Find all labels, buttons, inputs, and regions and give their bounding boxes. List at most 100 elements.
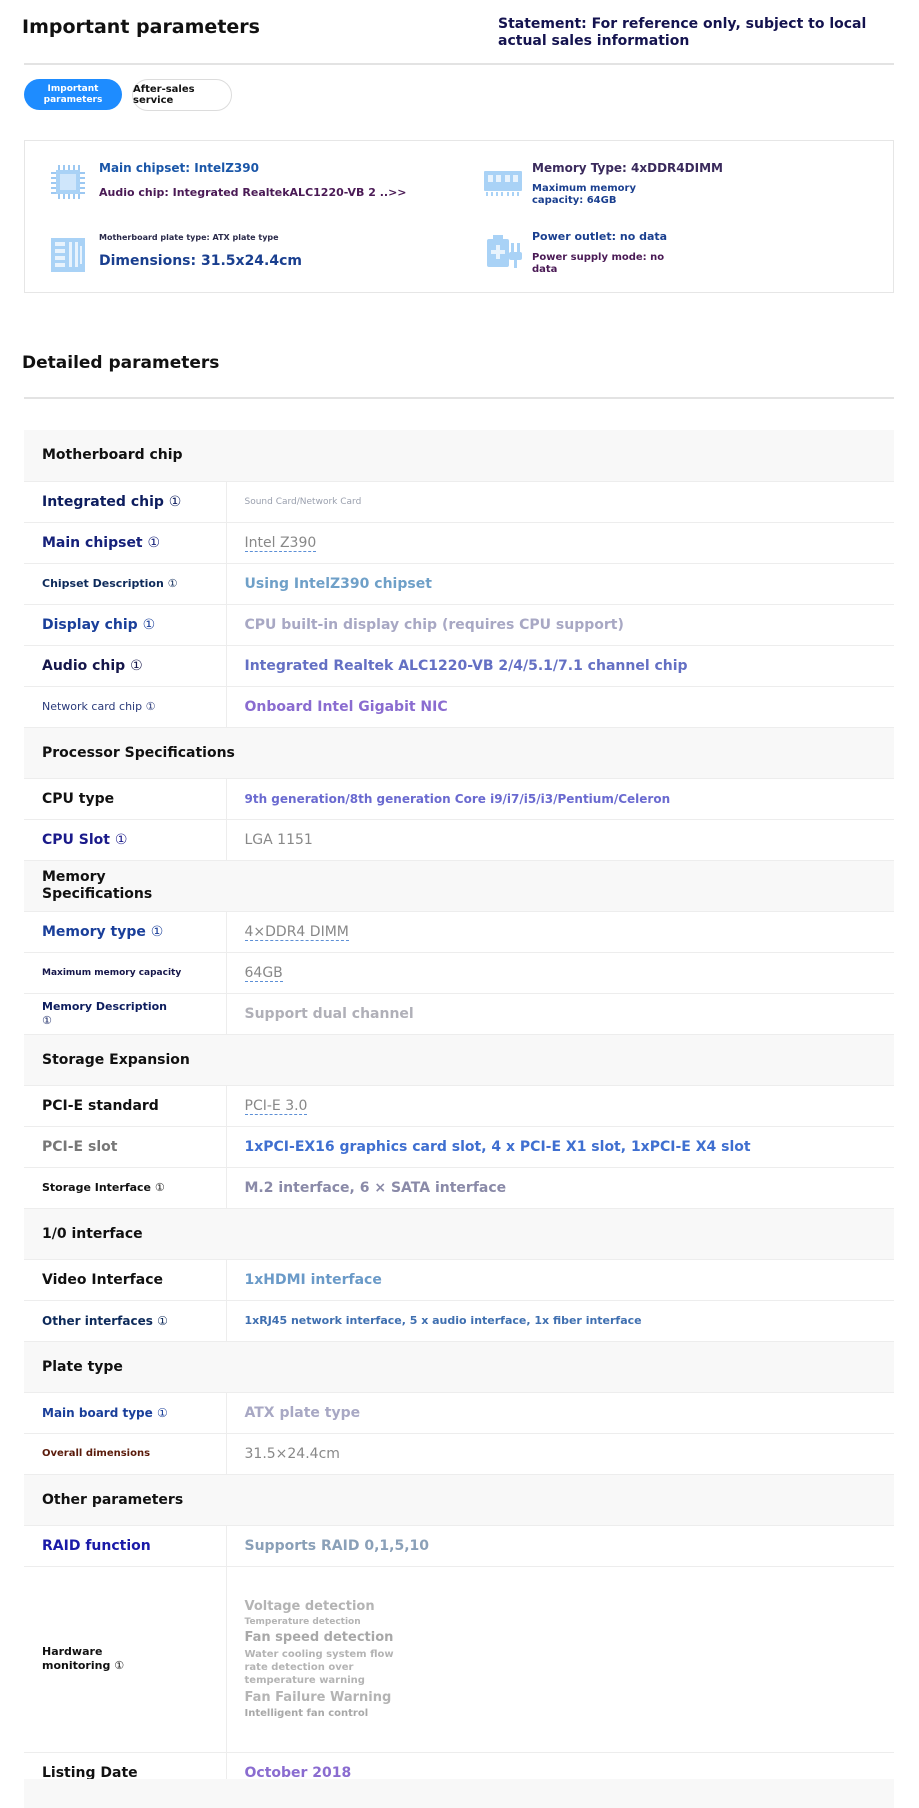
row-label-line2: monitoring ① bbox=[42, 1659, 226, 1673]
row-label-text: Other interfaces bbox=[42, 1313, 153, 1328]
info-icon[interactable]: ① bbox=[115, 832, 128, 848]
row-value: 9th generation/8th generation Core i9/i7… bbox=[225, 778, 894, 820]
info-icon[interactable]: ① bbox=[148, 535, 161, 551]
table-row: Network card chip ① Onboard Intel Gigabi… bbox=[24, 686, 894, 728]
info-icon[interactable]: ① bbox=[157, 1406, 168, 1420]
row-label-text: Integrated chip bbox=[42, 493, 164, 510]
info-icon[interactable]: ① bbox=[146, 700, 156, 713]
info-icon[interactable]: ① bbox=[130, 658, 143, 674]
info-icon[interactable]: ① bbox=[155, 1181, 165, 1194]
row-label-text: CPU Slot bbox=[42, 831, 110, 848]
motherboard-icon bbox=[49, 236, 87, 274]
row-value: 64GB bbox=[225, 952, 894, 994]
summary-dimensions: Dimensions: 31.5x24.4cm bbox=[99, 253, 302, 269]
section-motherboard-chip: Motherboard chip bbox=[24, 430, 894, 482]
row-value: 31.5×24.4cm bbox=[225, 1433, 894, 1475]
section-title: Plate type bbox=[24, 1341, 894, 1393]
row-label: Overall dimensions bbox=[24, 1433, 226, 1475]
row-label-text: Display chip bbox=[42, 616, 138, 633]
chip-icon bbox=[49, 163, 87, 201]
info-icon[interactable]: ① bbox=[143, 617, 156, 633]
table-row: Storage Interface ① M.2 interface, 6 × S… bbox=[24, 1167, 894, 1209]
summary-chipset: Main chipset: IntelZ390 bbox=[99, 161, 259, 175]
info-icon[interactable]: ① bbox=[42, 1014, 52, 1027]
row-value-link[interactable]: Intel Z390 bbox=[244, 534, 317, 552]
table-row: PCI-E slot 1xPCI-EX16 graphics card slot… bbox=[24, 1126, 894, 1168]
row-value: Supports RAID 0,1,5,10 bbox=[225, 1525, 894, 1567]
summary-max-memory-line2: capacity: 64GB bbox=[532, 195, 617, 206]
row-value: 1xHDMI interface bbox=[225, 1259, 894, 1301]
header-divider bbox=[24, 63, 894, 65]
table-row: Maximum memory capacity 64GB bbox=[24, 952, 894, 994]
row-label: CPU Slot ① bbox=[24, 819, 226, 861]
row-label: Memory type ① bbox=[24, 911, 226, 953]
row-value: Integrated Realtek ALC1220-VB 2/4/5.1/7.… bbox=[225, 645, 894, 687]
row-label-text: Main chipset bbox=[42, 534, 143, 551]
table-row: Main board type ① ATX plate type bbox=[24, 1392, 894, 1434]
table-row: Hardware monitoring ① Voltage detection … bbox=[24, 1566, 894, 1753]
row-value: ATX plate type bbox=[225, 1392, 894, 1434]
monitoring-item: Water cooling system flow bbox=[244, 1649, 394, 1660]
section-title-line1: Memory bbox=[42, 868, 106, 885]
summary-power-mode: Power supply mode: no data bbox=[532, 252, 664, 276]
row-label: Main chipset ① bbox=[24, 522, 226, 564]
row-label-text: Memory Description bbox=[42, 999, 167, 1013]
monitoring-item: Fan speed detection bbox=[244, 1630, 394, 1645]
monitoring-item: rate detection over bbox=[244, 1662, 354, 1673]
monitoring-item: Fan Failure Warning bbox=[244, 1690, 392, 1705]
section-title-line2: Specifications bbox=[42, 885, 153, 902]
row-value-link[interactable]: 64GB bbox=[244, 964, 283, 982]
table-row: Main chipset ① Intel Z390 bbox=[24, 522, 894, 564]
section-title: Processor Specifications bbox=[24, 727, 894, 779]
table-row: Display chip ① CPU built-in display chip… bbox=[24, 604, 894, 646]
row-label: Hardware monitoring ① bbox=[24, 1566, 226, 1753]
monitoring-item: Temperature detection bbox=[244, 1617, 361, 1627]
row-value: Onboard Intel Gigabit NIC bbox=[225, 686, 894, 728]
row-label-text: Network card chip bbox=[42, 700, 143, 713]
section-io: 1/0 interface bbox=[24, 1208, 894, 1260]
row-label: Integrated chip ① bbox=[24, 481, 226, 523]
info-icon[interactable]: ① bbox=[114, 1659, 124, 1672]
row-label: PCI-E standard bbox=[24, 1085, 226, 1127]
row-label: Display chip ① bbox=[24, 604, 226, 646]
row-label: Other interfaces ① bbox=[24, 1300, 226, 1342]
section-plate: Plate type bbox=[24, 1341, 894, 1393]
table-row: Integrated chip ① Sound Card/Network Car… bbox=[24, 481, 894, 523]
summary-power-mode-line1: Power supply mode: no bbox=[532, 252, 665, 263]
info-icon[interactable]: ① bbox=[169, 494, 182, 510]
info-icon[interactable]: ① bbox=[157, 1314, 168, 1328]
table-row: RAID function Supports RAID 0,1,5,10 bbox=[24, 1525, 894, 1567]
row-value: M.2 interface, 6 × SATA interface bbox=[225, 1167, 894, 1209]
table-row: CPU Slot ① LGA 1151 bbox=[24, 819, 894, 861]
tab-important-parameters[interactable]: Important parameters bbox=[24, 79, 122, 110]
info-icon[interactable]: ① bbox=[168, 577, 178, 590]
row-value-link[interactable]: 4×DDR4 DIMM bbox=[244, 923, 349, 941]
row-value: 1xRJ45 network interface, 5 x audio inte… bbox=[225, 1300, 894, 1342]
row-label-text: Memory type bbox=[42, 923, 146, 940]
row-value-link[interactable]: PCI-E 3.0 bbox=[244, 1097, 308, 1115]
row-value: PCI-E 3.0 bbox=[225, 1085, 894, 1127]
summary-box: Main chipset: IntelZ390 Audio chip: Inte… bbox=[24, 140, 894, 293]
row-value: Intel Z390 bbox=[225, 522, 894, 564]
row-label: Network card chip ① bbox=[24, 686, 226, 728]
row-label: RAID function bbox=[24, 1525, 226, 1567]
table-row: Overall dimensions 31.5×24.4cm bbox=[24, 1433, 894, 1475]
row-value: Sound Card/Network Card bbox=[225, 481, 894, 523]
row-label: Memory Description ① bbox=[24, 993, 226, 1035]
table-row: CPU type 9th generation/8th generation C… bbox=[24, 778, 894, 820]
info-icon[interactable]: ① bbox=[151, 924, 164, 940]
tab-after-sales-service[interactable]: After-sales service bbox=[132, 79, 232, 111]
parameters-table: Motherboard chip Integrated chip ① Sound… bbox=[24, 430, 894, 1794]
summary-audio-link[interactable]: Audio chip: Integrated RealtekALC1220-VB… bbox=[99, 186, 407, 199]
row-label-text: Audio chip bbox=[42, 657, 126, 674]
row-label: Maximum memory capacity bbox=[24, 952, 226, 994]
row-label: CPU type bbox=[24, 778, 226, 820]
monitoring-item: Voltage detection bbox=[244, 1599, 375, 1614]
section-storage: Storage Expansion bbox=[24, 1034, 894, 1086]
row-value: 4×DDR4 DIMM bbox=[225, 911, 894, 953]
section-title: Motherboard chip bbox=[24, 430, 894, 482]
summary-memory-type: Memory Type: 4xDDR4DIMM bbox=[532, 161, 723, 175]
table-continuation bbox=[24, 1779, 894, 1808]
row-label-text: Storage Interface bbox=[42, 1181, 152, 1194]
section-other: Other parameters bbox=[24, 1474, 894, 1526]
